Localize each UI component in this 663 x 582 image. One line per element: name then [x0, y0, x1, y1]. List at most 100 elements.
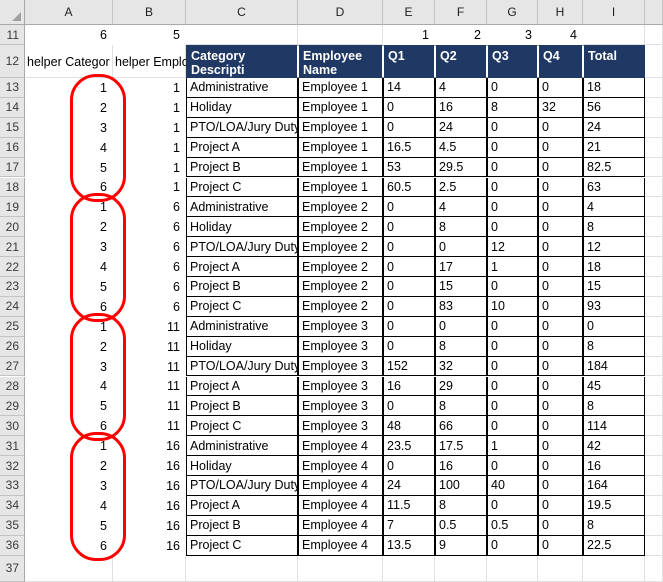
- cell-q2-35[interactable]: 0.5: [435, 515, 487, 536]
- row-header-11[interactable]: 11: [0, 25, 25, 45]
- cell-q4-20[interactable]: 0: [538, 217, 583, 238]
- cell-total-27[interactable]: 184: [583, 356, 645, 377]
- cell-q3-18[interactable]: 0: [487, 177, 538, 198]
- cell-a14-helper-category[interactable]: 2: [25, 97, 113, 118]
- cell-a20-helper-category[interactable]: 2: [25, 217, 113, 238]
- cell-category-35[interactable]: Project B: [186, 515, 298, 536]
- cell-b26-helper-employee[interactable]: 11: [113, 336, 186, 357]
- cell-category-29[interactable]: Project B: [186, 396, 298, 417]
- cell-a19-helper-category[interactable]: 1: [25, 197, 113, 218]
- cell-employee-20[interactable]: Employee 2: [298, 217, 383, 238]
- cell-total-25[interactable]: 0: [583, 316, 645, 337]
- cell-q4-26[interactable]: 0: [538, 336, 583, 357]
- cell-q4-31[interactable]: 0: [538, 436, 583, 457]
- cell-a32-helper-category[interactable]: 2: [25, 456, 113, 476]
- cell-q3-25[interactable]: 0: [487, 316, 538, 337]
- row-header-17[interactable]: 17: [0, 157, 25, 178]
- cell-q1-17[interactable]: 53: [383, 157, 435, 178]
- cell-q3-34[interactable]: 0: [487, 495, 538, 516]
- cell-q1-28[interactable]: 16: [383, 376, 435, 397]
- cell-employee-25[interactable]: Employee 3: [298, 316, 383, 337]
- cell-category-33[interactable]: PTO/LOA/Jury Duty: [186, 476, 298, 496]
- cell-q2-30[interactable]: 66: [435, 416, 487, 437]
- cell-q3-17[interactable]: 0: [487, 157, 538, 178]
- cell-b20-helper-employee[interactable]: 6: [113, 217, 186, 238]
- cell-a17-helper-category[interactable]: 5: [25, 157, 113, 178]
- cell-q3-28[interactable]: 0: [487, 376, 538, 397]
- cell-total-34[interactable]: 19.5: [583, 495, 645, 516]
- cell-q1-35[interactable]: 7: [383, 515, 435, 536]
- cell-q2-32[interactable]: 16: [435, 456, 487, 476]
- cell-b19-helper-employee[interactable]: 6: [113, 197, 186, 218]
- row-header-31[interactable]: 31: [0, 436, 25, 457]
- cell-q3-16[interactable]: 0: [487, 137, 538, 158]
- cell-category-18[interactable]: Project C: [186, 177, 298, 198]
- cell-q4-24[interactable]: 0: [538, 296, 583, 317]
- cell-q3-30[interactable]: 0: [487, 416, 538, 437]
- column-header-d[interactable]: D: [298, 0, 383, 25]
- cell-q1-16[interactable]: 16.5: [383, 137, 435, 158]
- row-header-14[interactable]: 14: [0, 97, 25, 118]
- cell-q2-20[interactable]: 8: [435, 217, 487, 238]
- cell-q2-15[interactable]: 24: [435, 117, 487, 138]
- cell-q3-31[interactable]: 1: [487, 436, 538, 457]
- column-header-e[interactable]: E: [383, 0, 435, 25]
- cell-category-19[interactable]: Administrative: [186, 197, 298, 218]
- cell-b14-helper-employee[interactable]: 1: [113, 97, 186, 118]
- cell-employee-34[interactable]: Employee 4: [298, 495, 383, 516]
- cell-a12-helper-category[interactable]: helper Categor: [25, 45, 113, 78]
- cell-employee-14[interactable]: Employee 1: [298, 97, 383, 118]
- cell-total-33[interactable]: 164: [583, 476, 645, 496]
- cell-a31-helper-category[interactable]: 1: [25, 436, 113, 457]
- cell-q2-24[interactable]: 83: [435, 296, 487, 317]
- cell-employee-29[interactable]: Employee 3: [298, 396, 383, 417]
- cell-category-14[interactable]: Holiday: [186, 97, 298, 118]
- cell-q1-14[interactable]: 0: [383, 97, 435, 118]
- cell-b30-helper-employee[interactable]: 11: [113, 416, 186, 437]
- cell-q2-26[interactable]: 8: [435, 336, 487, 357]
- cell-employee-36[interactable]: Employee 4: [298, 535, 383, 556]
- cell-e11[interactable]: 1: [383, 25, 435, 45]
- cell-q1-15[interactable]: 0: [383, 117, 435, 138]
- cell-a11[interactable]: 6: [25, 25, 113, 45]
- cell-q1-25[interactable]: 0: [383, 316, 435, 337]
- cell-category-21[interactable]: PTO/LOA/Jury Duty: [186, 237, 298, 258]
- cell-q2-33[interactable]: 100: [435, 476, 487, 496]
- cell-category-17[interactable]: Project B: [186, 157, 298, 178]
- cell-total-26[interactable]: 8: [583, 336, 645, 357]
- cell-category-24[interactable]: Project C: [186, 296, 298, 317]
- row-header-23[interactable]: 23: [0, 277, 25, 297]
- cell-b24-helper-employee[interactable]: 6: [113, 296, 186, 317]
- cell-a28-helper-category[interactable]: 4: [25, 376, 113, 397]
- column-header-a[interactable]: A: [25, 0, 113, 25]
- cell-q2-27[interactable]: 32: [435, 356, 487, 377]
- cell-q1-22[interactable]: 0: [383, 257, 435, 277]
- cell-q1-18[interactable]: 60.5: [383, 177, 435, 198]
- cell-category-13[interactable]: Administrative: [186, 78, 298, 98]
- cell-b33-helper-employee[interactable]: 16: [113, 476, 186, 496]
- cell-total-24[interactable]: 93: [583, 296, 645, 317]
- row-header-32[interactable]: 32: [0, 456, 25, 476]
- cell-q2-28[interactable]: 29: [435, 376, 487, 397]
- cell-q2-16[interactable]: 4.5: [435, 137, 487, 158]
- cell-category-15[interactable]: PTO/LOA/Jury Duty: [186, 117, 298, 138]
- cell-q1-13[interactable]: 14: [383, 78, 435, 98]
- cell-q4-19[interactable]: 0: [538, 197, 583, 218]
- cell-q4-27[interactable]: 0: [538, 356, 583, 377]
- cell-b27-helper-employee[interactable]: 11: [113, 356, 186, 377]
- cell-category-22[interactable]: Project A: [186, 257, 298, 277]
- cell-total-14[interactable]: 56: [583, 97, 645, 118]
- table-header-q3[interactable]: Q3: [487, 45, 538, 78]
- cell-q1-24[interactable]: 0: [383, 296, 435, 317]
- row-header-36[interactable]: 36: [0, 535, 25, 556]
- cell-total-29[interactable]: 8: [583, 396, 645, 417]
- cell-q2-31[interactable]: 17.5: [435, 436, 487, 457]
- cell-employee-26[interactable]: Employee 3: [298, 336, 383, 357]
- cell-b28-helper-employee[interactable]: 11: [113, 376, 186, 397]
- cell-q4-34[interactable]: 0: [538, 495, 583, 516]
- cell-employee-23[interactable]: Employee 2: [298, 277, 383, 297]
- cell-a21-helper-category[interactable]: 3: [25, 237, 113, 258]
- cell-q1-31[interactable]: 23.5: [383, 436, 435, 457]
- cell-q4-35[interactable]: 0: [538, 515, 583, 536]
- cell-a30-helper-category[interactable]: 6: [25, 416, 113, 437]
